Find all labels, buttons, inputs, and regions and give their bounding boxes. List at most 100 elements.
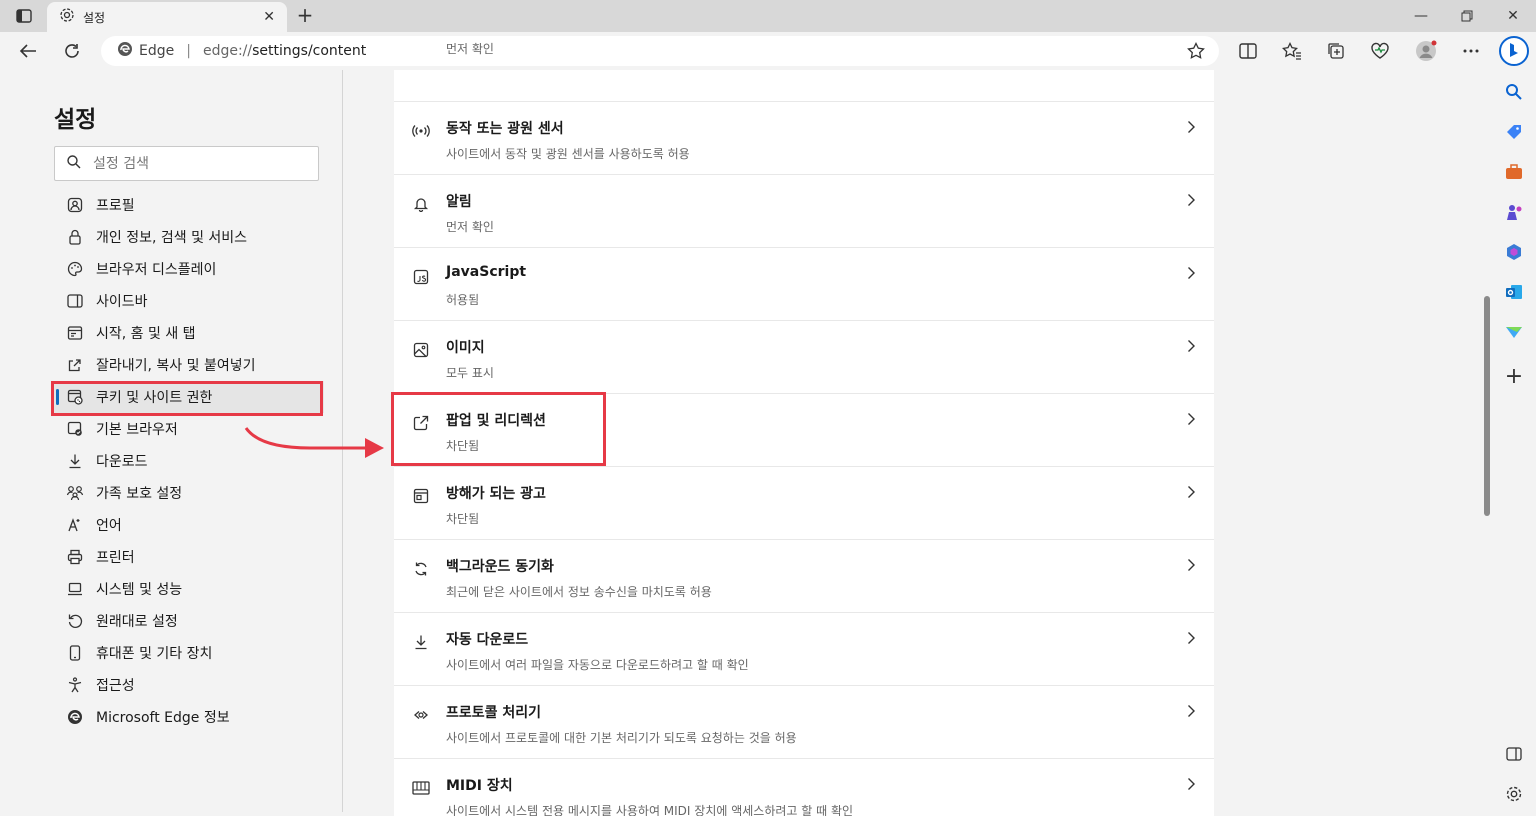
profile-avatar[interactable] [1415,40,1437,62]
permission-row-title: MIDI 장치 [446,778,513,794]
browser-essentials-icon[interactable] [1369,40,1391,62]
permission-row-title: 알림 [446,194,472,210]
title-bar: 설정 ✕ + — ✕ [0,0,1536,32]
permission-row-title: 백그라운드 동기화 [446,559,554,575]
active-tab[interactable]: 설정 ✕ [47,2,287,32]
add-sidebar-app-icon[interactable]: + [1504,364,1524,389]
permission-row-sub: 사이트에서 여러 파일을 자동으로 다운로드하려고 할 때 확인 [446,658,749,672]
settings-gear-icon [59,7,75,27]
edge-logo-icon [117,41,133,61]
settings-nav-item-label: Microsoft Edge 정보 [96,710,230,726]
permission-row[interactable]: 알림 먼저 확인 [394,174,1214,247]
settings-nav-item-label: 잘라내기, 복사 및 붙여넣기 [96,358,256,374]
settings-nav-item[interactable]: 프린터 [54,541,324,573]
image-icon [412,341,430,359]
restore-button[interactable] [1444,0,1490,32]
permission-row-sub: 최근에 닫은 사이트에서 정보 송수신을 마치도록 허용 [446,585,712,599]
minimize-button[interactable]: — [1398,0,1444,32]
tab-close-icon[interactable]: ✕ [263,9,275,25]
settings-nav-item-label: 휴대폰 및 기타 장치 [96,646,213,662]
printer-icon [66,548,84,566]
split-screen-icon[interactable] [1237,40,1259,62]
new-tab-button[interactable]: + [292,4,318,28]
drop-icon[interactable] [1504,322,1524,342]
settings-nav-item[interactable]: 개인 정보, 검색 및 서비스 [54,221,324,253]
collections-icon[interactable] [1325,40,1347,62]
laptop-icon [66,580,84,598]
settings-nav-item[interactable]: 원래대로 설정 [54,605,324,637]
settings-nav-item-label: 사이드바 [96,294,148,310]
settings-nav-item[interactable]: 프로필 [54,189,324,221]
settings-nav-item[interactable]: 브라우저 디스플레이 [54,253,324,285]
sidebar-icon [66,292,84,310]
back-arrow-icon [19,44,36,58]
permission-row-sub: 사이트에서 프로토콜에 대한 기본 처리기가 되도록 요청하는 것을 허용 [446,731,797,745]
settings-nav-item-label: 가족 보호 설정 [96,486,183,502]
tab-title: 설정 [83,10,106,25]
permission-row-title: 프로토콜 처리기 [446,705,542,721]
address-separator: | [186,43,191,59]
permission-row-title: 자동 다운로드 [446,632,529,648]
tab-actions-icon [16,9,32,23]
protocol-icon [412,706,430,724]
settings-nav-item[interactable]: 가족 보호 설정 [54,477,324,509]
settings-nav-item[interactable]: 휴대폰 및 기타 장치 [54,637,324,669]
hide-sidebar-icon[interactable] [1504,744,1524,764]
permission-row-partial[interactable]: 먼저 확인 [394,40,1214,70]
permission-row[interactable]: 방해가 되는 광고 차단됨 [394,466,1214,539]
highlight-box-cookies [51,381,323,416]
permission-row[interactable]: 이미지 모두 표시 [394,320,1214,393]
refresh-button[interactable] [58,37,86,65]
tools-briefcase-icon[interactable] [1504,162,1524,182]
settings-nav-item[interactable]: 잘라내기, 복사 및 붙여넣기 [54,349,324,381]
settings-nav-item-label: 브라우저 디스플레이 [96,262,217,278]
settings-nav-item-label: 개인 정보, 검색 및 서비스 [96,230,248,246]
settings-nav-item[interactable]: 시작, 홈 및 새 탭 [54,317,324,349]
permission-row-title: 방해가 되는 광고 [446,486,546,502]
close-window-button[interactable]: ✕ [1490,0,1536,32]
url-path: settings/content [252,43,367,59]
permission-row[interactable]: JavaScript 허용됨 [394,247,1214,320]
permission-row[interactable]: 프로토콜 처리기사이트에서 프로토콜에 대한 기본 처리기가 되도록 요청하는 … [394,685,1214,758]
permission-row[interactable]: 동작 또는 광원 센서 사이트에서 동작 및 광원 센서를 사용하도록 허용 [394,101,1214,174]
settings-nav-item-label: 언어 [96,518,122,534]
chevron-right-icon [1188,778,1195,790]
more-options-icon[interactable] [1460,40,1482,62]
tab-actions-button[interactable] [10,6,38,26]
accessibility-icon [66,676,84,694]
settings-search[interactable] [54,146,319,181]
settings-title: 설정 [54,107,97,133]
profile-icon [66,196,84,214]
settings-nav-item[interactable]: 언어 [54,509,324,541]
settings-nav-item[interactable]: 사이드바 [54,285,324,317]
sensor-icon [412,122,430,140]
chevron-right-icon [1188,632,1195,644]
content-scrollbar[interactable] [1484,296,1490,516]
url-prefix: edge:// [202,43,253,59]
permission-row[interactable]: 백그라운드 동기화최근에 닫은 사이트에서 정보 송수신을 마치도록 허용 [394,539,1214,612]
chevron-right-icon [1188,486,1195,498]
search-icon[interactable] [1504,82,1524,102]
copilot-icon[interactable] [1499,36,1529,66]
settings-search-input[interactable] [93,155,293,172]
back-button[interactable] [14,37,42,65]
settings-nav-item-label: 기본 브라우저 [96,422,178,438]
address-brand: Edge [139,43,175,59]
microsoft365-icon[interactable] [1504,242,1524,262]
settings-nav-item[interactable]: 시스템 및 성능 [54,573,324,605]
favorites-icon[interactable] [1281,40,1303,62]
settings-nav-item[interactable]: Microsoft Edge 정보 [54,701,324,733]
settings-nav-item[interactable]: 접근성 [54,669,324,701]
sidebar-settings-gear-icon[interactable] [1504,784,1524,804]
permission-row[interactable]: MIDI 장치 사이트에서 시스템 전용 메시지를 사용하여 MIDI 장치에 액… [394,758,1214,816]
permission-row[interactable]: 자동 다운로드사이트에서 여러 파일을 자동으로 다운로드하려고 할 때 확인 [394,612,1214,685]
reset-icon [66,612,84,630]
permission-row-sub: 사이트에서 동작 및 광원 센서를 사용하도록 허용 [446,147,690,161]
midi-icon [412,779,430,797]
outlook-icon[interactable] [1504,282,1524,302]
shopping-tag-icon[interactable] [1504,122,1524,142]
chevron-right-icon [1188,194,1195,206]
chevron-right-icon [1188,340,1195,352]
games-icon[interactable] [1504,202,1524,222]
ad-icon [412,487,430,505]
